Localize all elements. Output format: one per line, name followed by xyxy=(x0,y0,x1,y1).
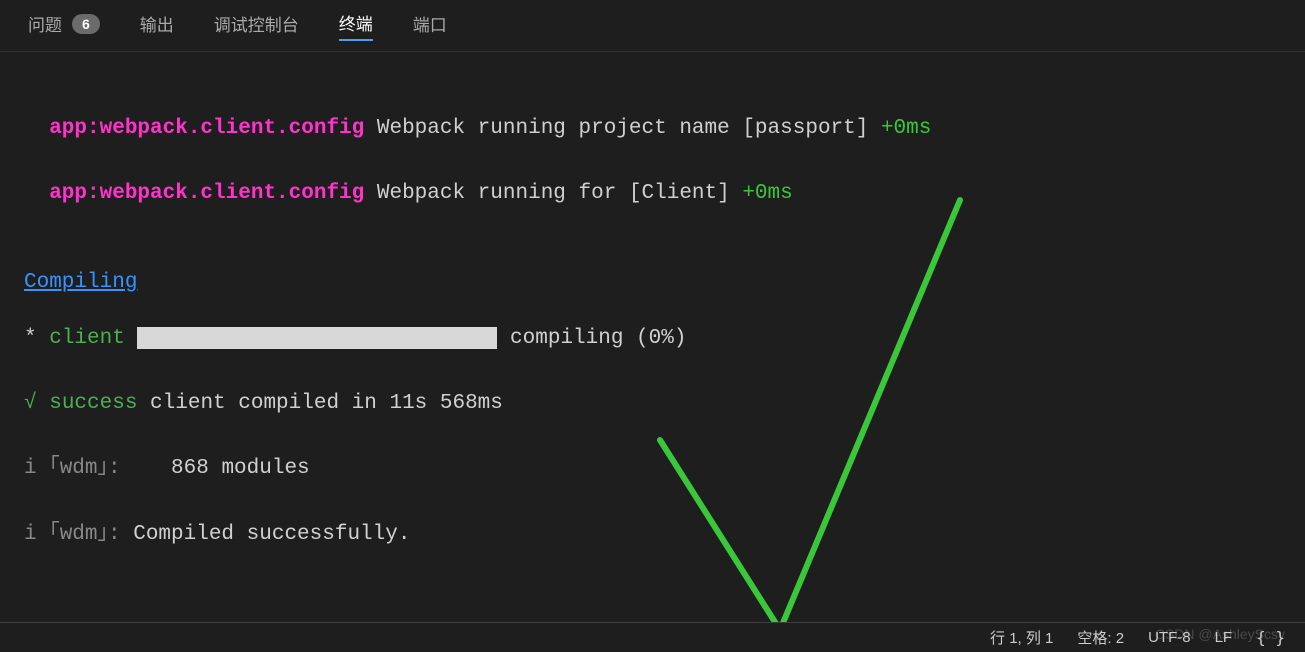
compiling-pct: compiling (0%) xyxy=(497,327,686,350)
status-indent[interactable]: 空格: 2 xyxy=(1077,627,1124,648)
terminal-line: app:webpack.client.config Webpack runnin… xyxy=(24,113,1281,146)
tab-ports[interactable]: 端口 xyxy=(413,11,447,40)
problems-badge: 6 xyxy=(72,14,100,34)
log-body: Webpack running project name [passport] xyxy=(364,117,881,140)
tab-ports-label: 端口 xyxy=(413,11,447,36)
progress-bar xyxy=(137,327,497,349)
terminal-line: √ success client compiled in 11s 568ms xyxy=(24,388,1281,421)
watermark-text: CSDN @AshleyScsy xyxy=(1155,626,1285,642)
check-icon: √ xyxy=(24,392,37,415)
tab-output-label: 输出 xyxy=(140,11,174,36)
wdm-prefix: i ｢wdm｣: xyxy=(24,457,171,480)
tab-output[interactable]: 输出 xyxy=(140,11,174,40)
wdm-body: Compiled successfully. xyxy=(133,523,410,546)
terminal-line: * client compiling (0%) xyxy=(24,323,1281,356)
log-timing: +0ms xyxy=(881,117,931,140)
statusbar: 行 1, 列 1 空格: 2 UTF-8 LF { } xyxy=(0,622,1305,652)
terminal-line: app:webpack.client.config Webpack runnin… xyxy=(24,178,1281,211)
tab-problems-label: 问题 xyxy=(28,11,62,36)
log-namespace: app:webpack.client.config xyxy=(24,117,364,140)
success-label: success xyxy=(37,392,150,415)
wdm-prefix: i ｢wdm｣: xyxy=(24,523,133,546)
log-body: Webpack running for [Client] xyxy=(364,182,742,205)
log-timing: +0ms xyxy=(742,182,792,205)
status-line-col[interactable]: 行 1, 列 1 xyxy=(990,627,1053,648)
panel-tabbar: 问题 6 输出 调试控制台 终端 端口 xyxy=(0,0,1305,52)
tab-problems[interactable]: 问题 6 xyxy=(28,11,100,40)
tab-terminal-label: 终端 xyxy=(339,10,373,35)
wdm-body: 868 modules xyxy=(171,457,310,480)
tab-terminal[interactable]: 终端 xyxy=(339,10,373,41)
tab-debug-console[interactable]: 调试控制台 xyxy=(214,11,299,40)
terminal-line: i ｢wdm｣: Compiled successfully. xyxy=(24,519,1281,552)
terminal-line: i ｢wdm｣: 868 modules xyxy=(24,453,1281,486)
compiling-heading: Compiling xyxy=(24,267,137,300)
client-label: client xyxy=(37,327,138,350)
bullet-icon: * xyxy=(24,327,37,350)
terminal-output[interactable]: app:webpack.client.config Webpack runnin… xyxy=(0,52,1305,584)
log-namespace: app:webpack.client.config xyxy=(24,182,364,205)
compiled-msg: client compiled in 11s 568ms xyxy=(150,392,503,415)
tab-debug-console-label: 调试控制台 xyxy=(214,11,299,36)
